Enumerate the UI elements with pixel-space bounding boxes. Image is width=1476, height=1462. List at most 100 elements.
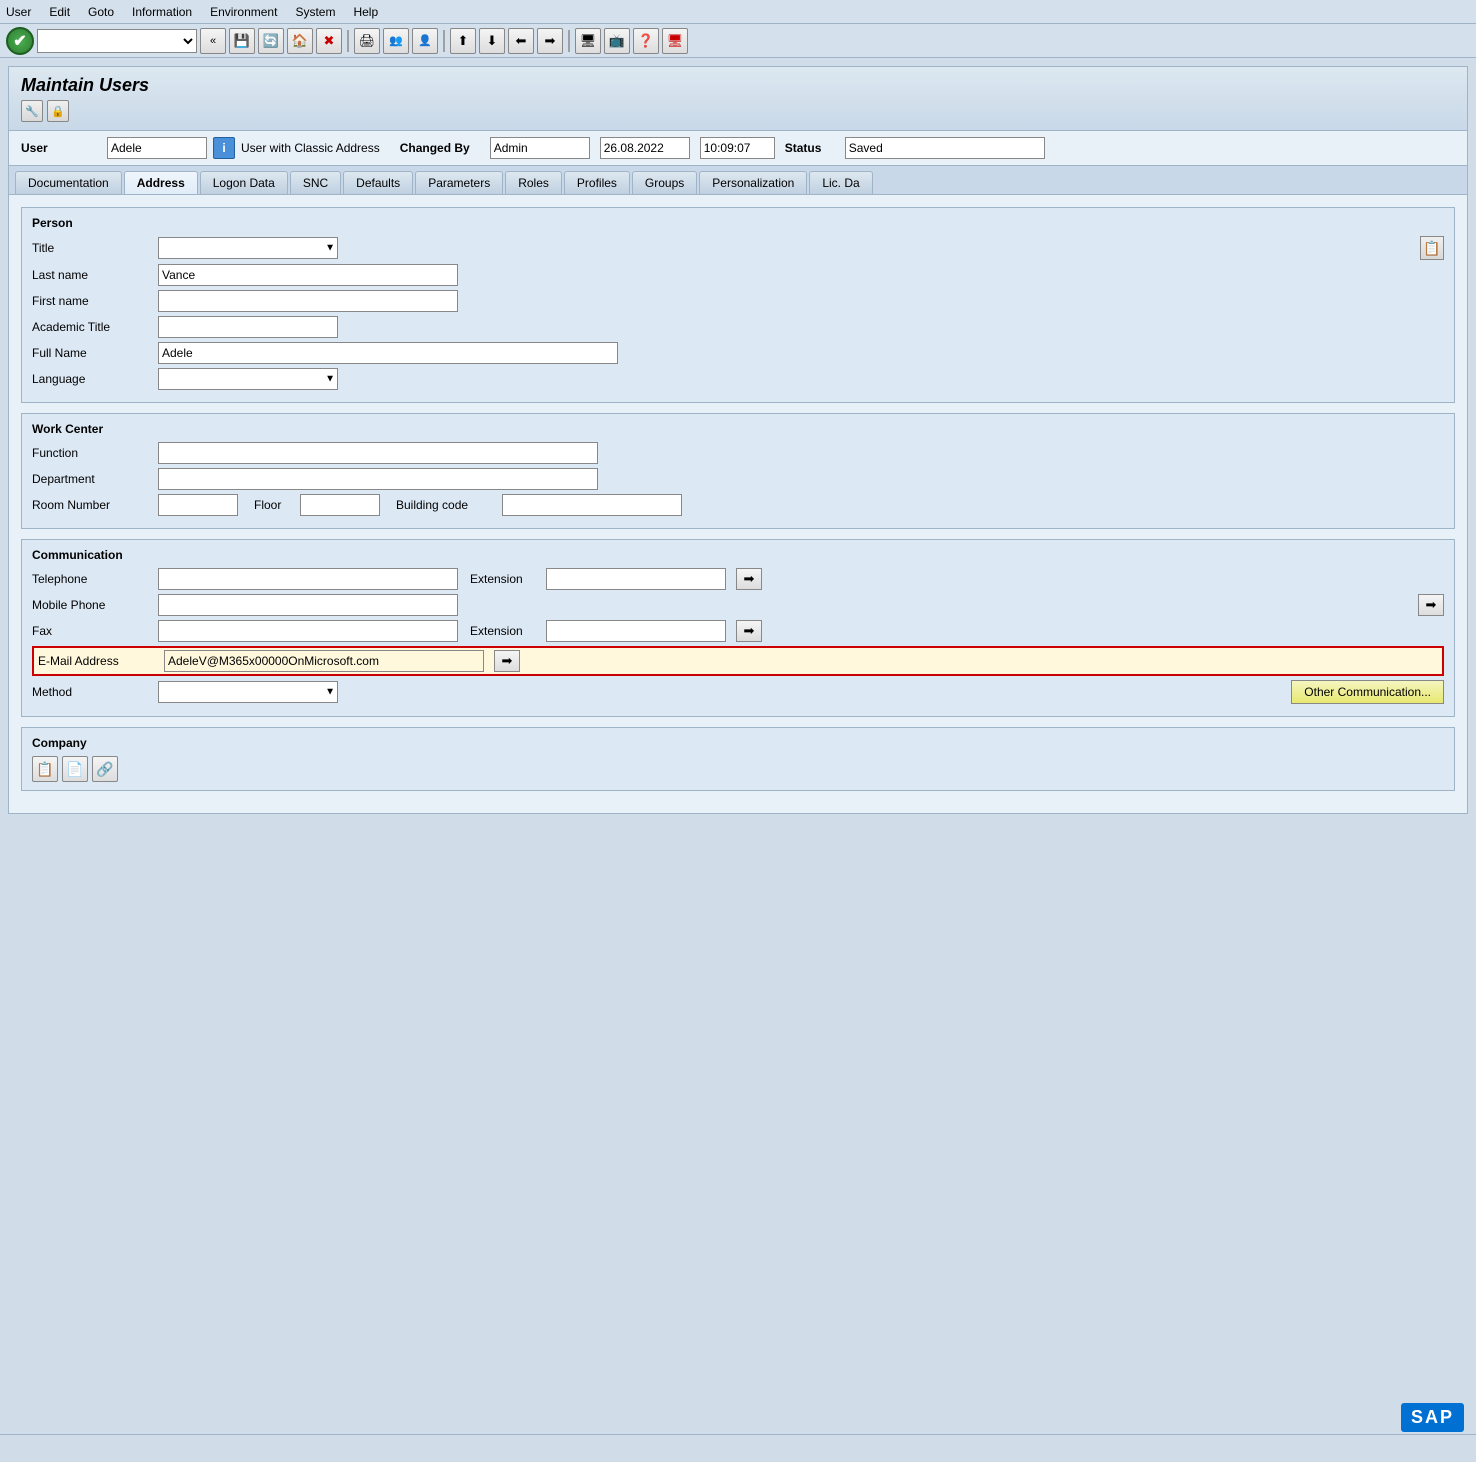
- academic-title-label: Academic Title: [32, 320, 152, 334]
- full-name-row: Full Name: [32, 342, 1444, 364]
- building-code-input[interactable]: [502, 494, 682, 516]
- telephone-action-button[interactable]: ➡: [736, 568, 762, 590]
- time-input[interactable]: [700, 137, 775, 159]
- email-input[interactable]: [164, 650, 484, 672]
- title-dropdown[interactable]: [158, 237, 338, 259]
- last-name-label: Last name: [32, 268, 152, 282]
- menu-edit[interactable]: Edit: [49, 5, 70, 19]
- tab-documentation[interactable]: Documentation: [15, 171, 122, 194]
- help-button[interactable]: ❓: [633, 28, 659, 54]
- academic-title-input[interactable]: [158, 316, 338, 338]
- mobile-action-button[interactable]: ➡: [1418, 594, 1444, 616]
- email-action-button[interactable]: ➡: [494, 650, 520, 672]
- last-page-button[interactable]: ➡: [537, 28, 563, 54]
- tab-groups[interactable]: Groups: [632, 171, 697, 194]
- fax-extension-input[interactable]: [546, 620, 726, 642]
- email-row: E-Mail Address ➡: [32, 646, 1444, 676]
- full-name-input[interactable]: [158, 342, 618, 364]
- fax-ext-label: Extension: [470, 624, 540, 638]
- function-input[interactable]: [158, 442, 598, 464]
- back-button[interactable]: «: [200, 28, 226, 54]
- first-page-button[interactable]: ⬆: [450, 28, 476, 54]
- command-input[interactable]: [37, 29, 197, 53]
- cancel-button[interactable]: ✖: [316, 28, 342, 54]
- menu-system[interactable]: System: [295, 5, 335, 19]
- fax-action-button[interactable]: ➡: [736, 620, 762, 642]
- room-row: Room Number Floor Building code: [32, 494, 1444, 516]
- tab-roles[interactable]: Roles: [505, 171, 562, 194]
- changed-by-input[interactable]: [490, 137, 590, 159]
- session-manager-button[interactable]: 📺: [604, 28, 630, 54]
- home-button[interactable]: 🏠: [287, 28, 313, 54]
- prev-page-button[interactable]: ⬇: [479, 28, 505, 54]
- title-icon-wrench[interactable]: 🔧: [21, 100, 43, 122]
- user-type-text: User with Classic Address: [241, 141, 380, 155]
- tab-logon-data[interactable]: Logon Data: [200, 171, 288, 194]
- function-label: Function: [32, 446, 152, 460]
- main-area: Maintain Users 🔧 🔒 User i User with Clas…: [0, 58, 1476, 822]
- telephone-input[interactable]: [158, 568, 458, 590]
- title-row: Title ▼ 📋: [32, 236, 1444, 260]
- title-icon-lock[interactable]: 🔒: [47, 100, 69, 122]
- floor-input[interactable]: [300, 494, 380, 516]
- language-row: Language ▼: [32, 368, 1444, 390]
- tab-personalization[interactable]: Personalization: [699, 171, 807, 194]
- communication-section: Communication Telephone Extension ➡ Mobi…: [21, 539, 1455, 717]
- mobile-label: Mobile Phone: [32, 598, 152, 612]
- toolbar: ✔ « 💾 🔄 🏠 ✖ 🖨 👥 👤 ⬆ ⬇ ⬅ ➡ 🖥 📺 ❓ 🖥: [0, 24, 1476, 58]
- communication-title: Communication: [32, 548, 1444, 562]
- tab-defaults[interactable]: Defaults: [343, 171, 413, 194]
- find-next-button[interactable]: 👤: [412, 28, 438, 54]
- fax-row: Fax Extension ➡: [32, 620, 1444, 642]
- tabs-container: Documentation Address Logon Data SNC Def…: [8, 166, 1468, 195]
- tab-snc[interactable]: SNC: [290, 171, 341, 194]
- department-row: Department: [32, 468, 1444, 490]
- company-icon-2[interactable]: 📄: [62, 756, 88, 782]
- new-session-button[interactable]: 🖥: [575, 28, 601, 54]
- user-input[interactable]: [107, 137, 207, 159]
- menu-information[interactable]: Information: [132, 5, 192, 19]
- tab-parameters[interactable]: Parameters: [415, 171, 503, 194]
- department-input[interactable]: [158, 468, 598, 490]
- green-check-button[interactable]: ✔: [6, 27, 34, 55]
- other-communication-button[interactable]: Other Communication...: [1291, 680, 1444, 704]
- tab-lic-da[interactable]: Lic. Da: [809, 171, 872, 194]
- method-label: Method: [32, 685, 152, 699]
- toolbar-separator-2: [443, 30, 445, 52]
- sap-logo: SAP: [1401, 1403, 1464, 1432]
- department-label: Department: [32, 472, 152, 486]
- mobile-input[interactable]: [158, 594, 458, 616]
- menu-user[interactable]: User: [6, 5, 31, 19]
- find-button[interactable]: 👥: [383, 28, 409, 54]
- next-page-button[interactable]: ⬅: [508, 28, 534, 54]
- first-name-input[interactable]: [158, 290, 458, 312]
- user-field: User i User with Classic Address: [21, 137, 380, 159]
- status-input[interactable]: [845, 137, 1045, 159]
- company-icon-1[interactable]: 📋: [32, 756, 58, 782]
- address-icon-button[interactable]: 📋: [1420, 236, 1444, 260]
- tab-profiles[interactable]: Profiles: [564, 171, 630, 194]
- date-input[interactable]: [600, 137, 690, 159]
- tab-address[interactable]: Address: [124, 171, 198, 195]
- save-button[interactable]: 💾: [229, 28, 255, 54]
- print-button[interactable]: 🖨: [354, 28, 380, 54]
- company-icon-3[interactable]: 🔗: [92, 756, 118, 782]
- language-dropdown-wrapper: ▼: [158, 368, 338, 390]
- info-icon-button[interactable]: i: [213, 137, 235, 159]
- customize-button[interactable]: 🖥: [662, 28, 688, 54]
- method-row: Method ▼ Other Communication...: [32, 680, 1444, 704]
- menu-goto[interactable]: Goto: [88, 5, 114, 19]
- telephone-extension-input[interactable]: [546, 568, 726, 590]
- menu-environment[interactable]: Environment: [210, 5, 277, 19]
- refresh-button[interactable]: 🔄: [258, 28, 284, 54]
- method-dropdown[interactable]: [158, 681, 338, 703]
- toolbar-separator-3: [568, 30, 570, 52]
- last-name-input[interactable]: [158, 264, 458, 286]
- menu-help[interactable]: Help: [353, 5, 378, 19]
- full-name-label: Full Name: [32, 346, 152, 360]
- extension-label: Extension: [470, 572, 540, 586]
- room-number-input[interactable]: [158, 494, 238, 516]
- person-section: Person Title ▼ 📋 Last name First name: [21, 207, 1455, 403]
- fax-input[interactable]: [158, 620, 458, 642]
- language-dropdown[interactable]: [158, 368, 338, 390]
